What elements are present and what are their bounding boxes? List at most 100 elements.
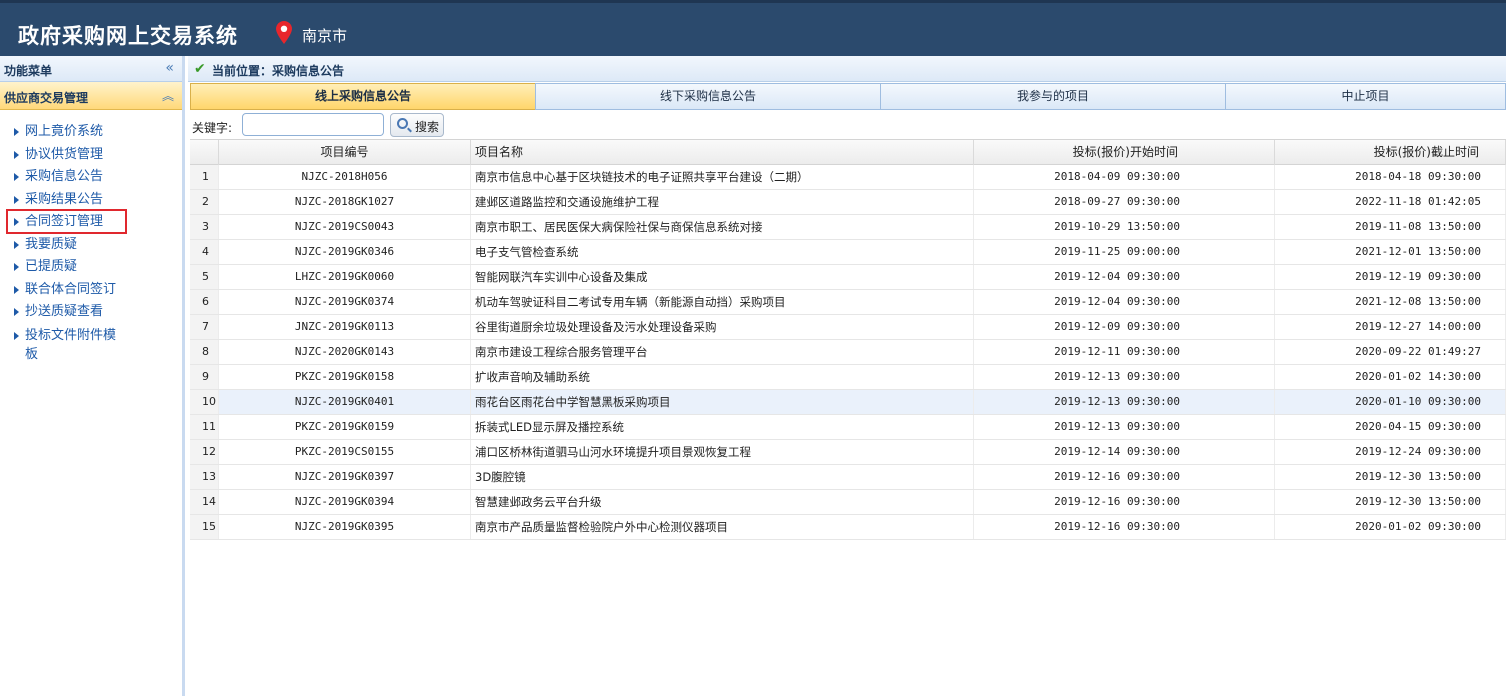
sidebar-item-agreement-supply[interactable]: 协议供货管理 [0,144,182,167]
triangle-right-icon [14,173,19,181]
project-id-cell: PKZC-2019GK0158 [219,365,471,389]
start-time-cell: 2019-12-04 09:30:00 [974,265,1275,289]
table-row[interactable]: 8 NJZC-2020GK0143 南京市建设工程综合服务管理平台 2019-12-1… [190,340,1506,365]
project-name-cell[interactable]: 浦口区桥林街道驷马山河水环境提升项目景观恢复工程 [471,440,974,464]
search-bar: 关键字: 搜索 [190,112,1506,140]
table-row[interactable]: 1 NJZC-2018H056 南京市信息中心基于区块链技术的电子证照共享平台建设（… [190,165,1506,190]
start-time-cell: 2019-12-09 09:30:00 [974,315,1275,339]
triangle-right-icon [14,308,19,316]
tab-online-notice[interactable]: 线上采购信息公告 [190,83,536,110]
row-number-cell: 3 [190,215,219,239]
table-row[interactable]: 3 NJZC-2019CS0043 南京市职工、居民医保大病保险社保与商保信息系统对… [190,215,1506,240]
start-time-cell: 2019-12-11 09:30:00 [974,340,1275,364]
sidebar-item-result-notice[interactable]: 采购结果公告 [0,189,182,212]
project-id-cell: NJZC-2019GK0346 [219,240,471,264]
table-row[interactable]: 4 NJZC-2019GK0346 电子支气管检查系统 2019-11-25 09:0… [190,240,1506,265]
row-number-cell: 5 [190,265,219,289]
table-row[interactable]: 7 JNZC-2019GK0113 谷里街道厨余垃圾处理设备及污水处理设备采购 201… [190,315,1506,340]
end-time-cell: 2020-09-22 01:49:27 [1275,340,1506,364]
project-id-cell: JNZC-2019GK0113 [219,315,471,339]
tab-bar: 线上采购信息公告 线下采购信息公告 我参与的项目 中止项目 [190,83,1506,110]
project-id-cell: NJZC-2019CS0043 [219,215,471,239]
project-id-cell: NJZC-2019GK0397 [219,465,471,489]
city-label[interactable]: 南京市 [302,25,347,46]
project-name-cell[interactable]: 机动车驾驶证科目二考试专用车辆（新能源自动挡）采购项目 [471,290,974,314]
end-time-cell: 2020-01-02 14:30:00 [1275,365,1506,389]
row-number-header [190,140,219,165]
sidebar-item-raise-query[interactable]: 我要质疑 [0,234,182,257]
project-name-cell[interactable]: 谷里街道厨余垃圾处理设备及污水处理设备采购 [471,315,974,339]
tab-my-projects[interactable]: 我参与的项目 [880,83,1226,110]
end-time-cell: 2020-04-15 09:30:00 [1275,415,1506,439]
sidebar-item-label: 采购结果公告 [25,191,104,207]
start-time-cell: 2019-12-16 09:30:00 [974,490,1275,514]
table-header: 项目编号 项目名称 投标(报价)开始时间 投标(报价)截止时间 [190,139,1506,165]
app-header: 政府采购网上交易系统 南京市 [0,0,1506,56]
start-time-cell: 2019-10-29 13:50:00 [974,215,1275,239]
table-row[interactable]: 12 PKZC-2019CS0155 浦口区桥林街道驷马山河水环境提升项目景观恢复工… [190,440,1506,465]
column-header-name[interactable]: 项目名称 [471,140,974,165]
end-time-cell: 2019-12-19 09:30:00 [1275,265,1506,289]
project-name-cell[interactable]: 智慧建邺政务云平台升级 [471,490,974,514]
sidebar-item-consortium-contract[interactable]: 联合体合同签订 [0,279,182,302]
project-name-cell[interactable]: 建邺区道路监控和交通设施维护工程 [471,190,974,214]
row-number-cell: 11 [190,415,219,439]
sidebar-item-raised-queries[interactable]: 已提质疑 [0,256,182,279]
column-header-start[interactable]: 投标(报价)开始时间 [974,140,1275,165]
collapse-sidebar-icon[interactable]: « [165,60,174,76]
search-button-label: 搜索 [415,120,440,134]
table-row[interactable]: 6 NJZC-2019GK0374 机动车驾驶证科目二考试专用车辆（新能源自动挡）采… [190,290,1506,315]
project-name-cell[interactable]: 扩收声音响及辅助系统 [471,365,974,389]
project-id-cell: PKZC-2019CS0155 [219,440,471,464]
sidebar-item-label: 已提质疑 [25,259,78,274]
sidebar-item-online-bidding[interactable]: 网上竟价系统 [0,121,182,144]
sidebar-item-label: 我要质疑 [25,236,78,252]
end-time-cell: 2018-04-18 09:30:00 [1275,165,1506,189]
project-name-cell[interactable]: 电子支气管检查系统 [471,240,974,264]
keyword-input[interactable] [242,113,384,136]
sidebar-item-cc-queries[interactable]: 抄送质疑查看 [0,301,182,324]
start-time-cell: 2019-11-25 09:00:00 [974,240,1275,264]
column-header-id[interactable]: 项目编号 [219,140,471,165]
sidebar-item-contract-signing[interactable]: 合同签订管理 [0,209,182,234]
row-number-cell: 9 [190,365,219,389]
table-row[interactable]: 13 NJZC-2019GK0397 3D腹腔镜 2019-12-16 09:30:0… [190,465,1506,490]
project-name-cell[interactable]: 拆装式LED显示屏及播控系统 [471,415,974,439]
tab-offline-notice[interactable]: 线下采购信息公告 [535,83,881,110]
project-name-cell[interactable]: 南京市职工、居民医保大病保险社保与商保信息系统对接 [471,215,974,239]
sidebar-menu: 网上竟价系统 协议供货管理 采购信息公告 采购结果公告 合同签订管理 我要质疑 … [0,110,182,366]
project-name-cell[interactable]: 雨花台区雨花台中学智慧黑板采购项目 [471,390,974,414]
start-time-cell: 2019-12-13 09:30:00 [974,415,1275,439]
table-row[interactable]: 11 PKZC-2019GK0159 拆装式LED显示屏及播控系统 2019-12-1… [190,415,1506,440]
collapse-group-icon[interactable]: ︽ [162,87,174,104]
end-time-cell: 2019-11-08 13:50:00 [1275,215,1506,239]
sidebar-item-bid-attachment-template[interactable]: 投标文件附件模板 [0,324,120,366]
start-time-cell: 2019-12-14 09:30:00 [974,440,1275,464]
table-row[interactable]: 9 PKZC-2019GK0158 扩收声音响及辅助系统 2019-12-13 09:… [190,365,1506,390]
table-row[interactable]: 10 NJZC-2019GK0401 雨花台区雨花台中学智慧黑板采购项目 2019-1… [190,390,1506,415]
table-row[interactable]: 5 LHZC-2019GK0060 智能网联汽车实训中心设备及集成 2019-12-0… [190,265,1506,290]
project-name-cell[interactable]: 智能网联汽车实训中心设备及集成 [471,265,974,289]
sidebar-item-label: 联合体合同签订 [25,281,117,297]
table-row[interactable]: 2 NJZC-2018GK1027 建邺区道路监控和交通设施维护工程 2018-09-… [190,190,1506,215]
column-header-end[interactable]: 投标(报价)截止时间 [1275,140,1506,165]
row-number-cell: 7 [190,315,219,339]
project-name-cell[interactable]: 南京市建设工程综合服务管理平台 [471,340,974,364]
triangle-right-icon [14,285,19,294]
project-name-cell[interactable]: 3D腹腔镜 [471,465,974,489]
search-button[interactable]: 搜索 [390,113,444,137]
start-time-cell: 2019-12-13 09:30:00 [974,365,1275,389]
tab-suspended-projects[interactable]: 中止项目 [1225,83,1506,110]
row-number-cell: 2 [190,190,219,214]
project-name-cell[interactable]: 南京市产品质量监督检验院户外中心检测仪器项目 [471,515,974,539]
project-name-cell[interactable]: 南京市信息中心基于区块链技术的电子证照共享平台建设（二期） [471,165,974,189]
triangle-right-icon [14,195,19,204]
sidebar-item-procurement-notice[interactable]: 采购信息公告 [0,166,182,189]
end-time-cell: 2021-12-01 13:50:00 [1275,240,1506,264]
table-row[interactable]: 14 NJZC-2019GK0394 智慧建邺政务云平台升级 2019-12-16 0… [190,490,1506,515]
triangle-right-icon [14,150,19,159]
sidebar-group-supplier[interactable]: 供应商交易管理 ︽ [0,82,182,110]
sidebar-item-label: 抄送质疑查看 [25,304,104,319]
sidebar-item-label: 采购信息公告 [25,169,104,184]
table-row[interactable]: 15 NJZC-2019GK0395 南京市产品质量监督检验院户外中心检测仪器项目 2… [190,515,1506,540]
